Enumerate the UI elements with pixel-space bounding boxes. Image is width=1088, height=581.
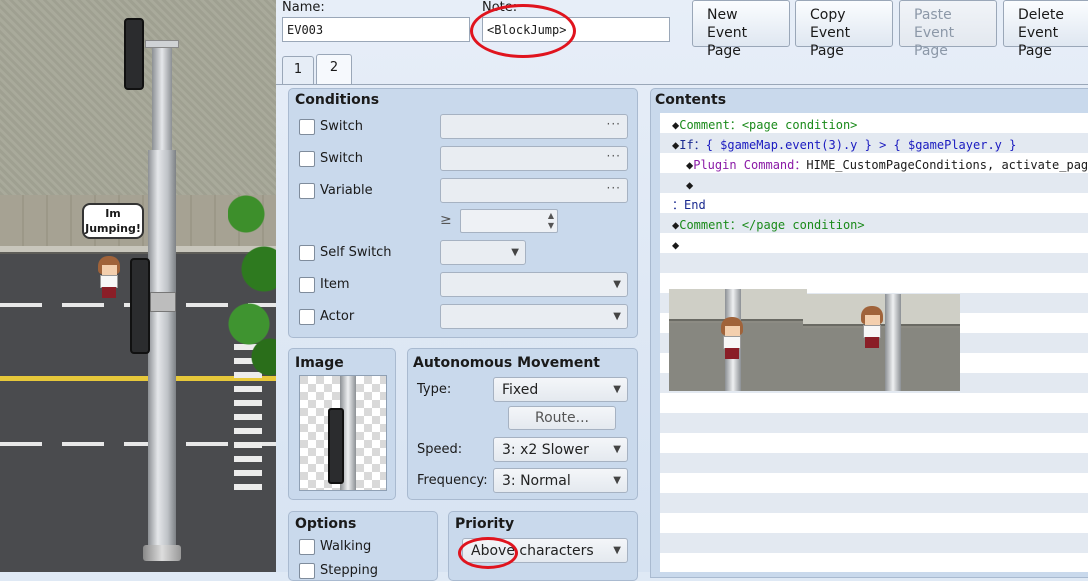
frequency-label: Frequency: — [417, 473, 488, 488]
priority-title: Priority — [455, 516, 515, 532]
ellipsis-icon: ··· — [606, 117, 621, 131]
dropdown-arrow-icon: ▼ — [613, 384, 621, 395]
switch1-checkbox[interactable] — [299, 119, 315, 135]
signal-pole — [148, 150, 176, 560]
type-label: Type: — [417, 382, 452, 397]
item-select[interactable]: ▼ — [440, 272, 628, 297]
self-switch-label: Self Switch — [320, 245, 392, 260]
pole-upper — [152, 40, 172, 152]
item-checkbox[interactable] — [299, 277, 315, 293]
dropdown-arrow-icon: ▼ — [613, 475, 621, 486]
speech-bubble: Im Jumping! — [82, 203, 144, 239]
player-character — [96, 256, 122, 298]
event-image-preview[interactable] — [299, 375, 387, 491]
command-line[interactable]: ◆Comment：<page condition> — [672, 115, 857, 135]
switch2-select[interactable]: ··· — [440, 146, 628, 171]
command-line[interactable]: ◆Plugin Command：HIME_CustomPageCondition… — [686, 155, 1088, 175]
walking-checkbox[interactable] — [299, 539, 315, 555]
tab-page-1[interactable]: 1 — [282, 56, 314, 84]
command-line[interactable]: ◆ — [686, 175, 693, 195]
variable-value-spinner[interactable]: ▲ ▼ — [460, 209, 558, 233]
movement-frequency-select[interactable]: 3: Normal ▼ — [493, 468, 628, 493]
item-label: Item — [320, 277, 350, 292]
event-editor: Name: EV003 Note: <BlockJump> New Event P… — [276, 0, 1088, 581]
switch1-select[interactable]: ··· — [440, 114, 628, 139]
event-command-list[interactable]: ◆Comment：<page condition> ◆If：{ $gameMap… — [660, 113, 1088, 572]
command-line[interactable]: ：End — [672, 195, 706, 215]
delete-event-page-button[interactable]: Delete Event Page — [1003, 0, 1088, 59]
actor-select[interactable]: ▼ — [440, 304, 628, 329]
switch2-label: Switch — [320, 151, 363, 166]
spin-arrows-icon[interactable]: ▲ ▼ — [548, 211, 554, 231]
variable-checkbox[interactable] — [299, 183, 315, 199]
map-scene: Im Jumping! — [0, 0, 276, 572]
annotation-circle-note — [470, 4, 576, 58]
ellipsis-icon: ··· — [606, 181, 621, 195]
example-screenshot-2 — [803, 294, 960, 391]
variable-label: Variable — [320, 183, 373, 198]
route-button[interactable]: Route... — [508, 406, 616, 430]
switch2-checkbox[interactable] — [299, 151, 315, 167]
diamond-marker-icon: ◆ — [672, 238, 680, 252]
dropdown-arrow-icon: ▼ — [613, 545, 621, 556]
example-screenshot-1 — [669, 289, 807, 391]
dropdown-arrow-icon: ▼ — [613, 444, 621, 455]
switch1-label: Switch — [320, 119, 363, 134]
stepping-checkbox[interactable] — [299, 563, 315, 579]
actor-label: Actor — [320, 309, 355, 324]
dropdown-arrow-icon: ▼ — [613, 311, 621, 322]
annotation-circle-priority — [458, 537, 518, 569]
copy-event-page-button[interactable]: Copy Event Page — [795, 0, 893, 59]
options-title: Options — [295, 516, 357, 532]
name-field[interactable]: EV003 — [282, 17, 470, 42]
dropdown-arrow-icon: ▼ — [613, 279, 621, 290]
name-label: Name: — [282, 0, 325, 15]
self-switch-select[interactable]: ▼ — [440, 240, 526, 265]
self-switch-checkbox[interactable] — [299, 245, 315, 261]
geq-symbol: ≥ — [440, 212, 452, 228]
pole-base — [143, 545, 181, 561]
command-line[interactable]: ◆ — [672, 235, 679, 255]
command-line[interactable]: ◆Comment：</page condition> — [672, 215, 865, 235]
traffic-signal-top — [124, 18, 144, 90]
pole-sign — [150, 292, 176, 312]
autonomous-movement-title: Autonomous Movement — [413, 355, 600, 371]
tab-page-2[interactable]: 2 — [316, 54, 352, 85]
dropdown-arrow-icon: ▼ — [511, 247, 519, 258]
traffic-signal-event[interactable] — [130, 258, 150, 354]
movement-speed-select[interactable]: 3: x2 Slower ▼ — [493, 437, 628, 462]
image-title: Image — [295, 355, 344, 371]
ellipsis-icon: ··· — [606, 149, 621, 163]
variable-select[interactable]: ··· — [440, 178, 628, 203]
new-event-page-button[interactable]: New Event Page — [692, 0, 790, 59]
tree — [228, 170, 276, 390]
conditions-title: Conditions — [295, 92, 380, 108]
actor-checkbox[interactable] — [299, 309, 315, 325]
speed-label: Speed: — [417, 442, 463, 457]
movement-type-select[interactable]: Fixed ▼ — [493, 377, 628, 402]
contents-title: Contents — [655, 92, 727, 108]
diamond-marker-icon: ◆ — [686, 178, 694, 192]
tab-divider — [276, 84, 1088, 85]
pole-arm — [145, 40, 179, 48]
stepping-label: Stepping — [320, 563, 378, 578]
command-line[interactable]: ◆If：{ $gameMap.event(3).y } > { $gamePla… — [672, 135, 1016, 155]
paste-event-page-button[interactable]: Paste Event Page — [899, 0, 997, 59]
walking-label: Walking — [320, 539, 372, 554]
